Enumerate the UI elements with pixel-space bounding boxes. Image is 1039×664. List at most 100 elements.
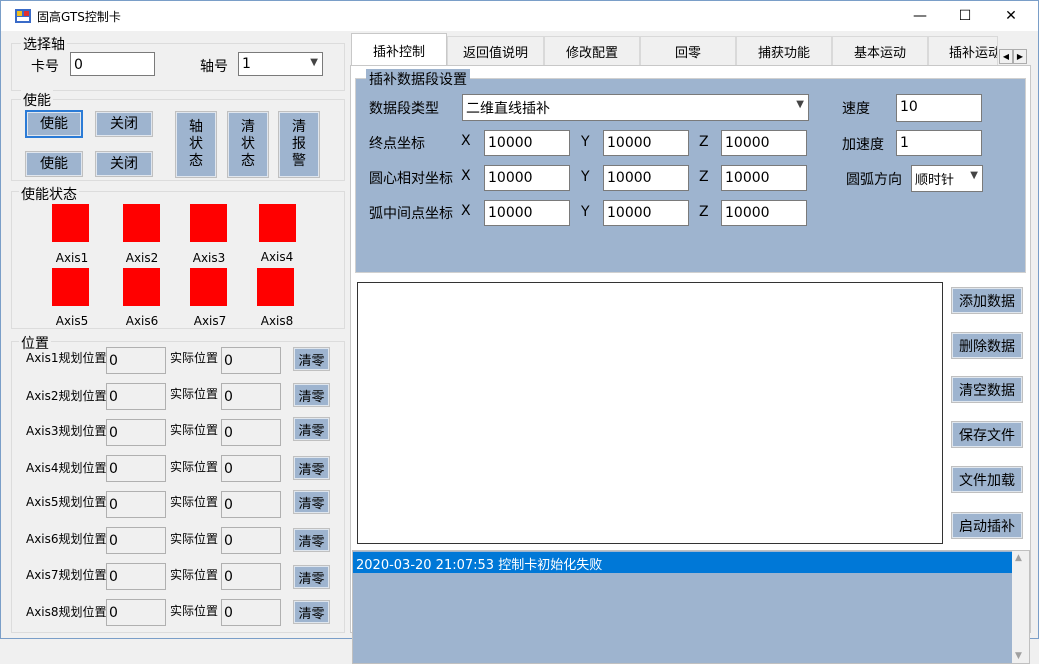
- tab-strip: 插补控制 返回值说明 修改配置 回零 捕获功能 基本运动 插补运动 ◀ ▶: [350, 33, 1031, 66]
- title-bar: 固高GTS控制卡 — ☐ ✕: [1, 1, 1038, 31]
- end-y-input[interactable]: 10000: [603, 130, 689, 156]
- tab-capture[interactable]: 捕获功能: [736, 36, 832, 66]
- maximize-button[interactable]: ☐: [942, 1, 988, 31]
- mid-z-label: Z: [699, 204, 709, 220]
- card-input[interactable]: 0: [70, 52, 155, 76]
- minimize-button[interactable]: —: [897, 1, 943, 31]
- tab-interpolation-control[interactable]: 插补控制: [351, 33, 447, 66]
- axis7-clear-button[interactable]: 清零: [293, 565, 330, 589]
- select-axis-title: 选择轴: [21, 34, 67, 54]
- clear-data-button[interactable]: 清空数据: [951, 376, 1023, 403]
- mid-x-input[interactable]: 10000: [484, 200, 570, 226]
- tab-scroll-arrows: ◀ ▶: [999, 49, 1027, 64]
- axis4-label: Axis4: [260, 250, 294, 264]
- seg-type-select[interactable]: 二维直线插补 ▼: [462, 94, 809, 121]
- tab-home[interactable]: 回零: [640, 36, 736, 66]
- tab-basic-motion[interactable]: 基本运动: [832, 36, 928, 66]
- axis2-status-indicator: [123, 204, 160, 242]
- axis8-planned-input[interactable]: 0: [106, 599, 166, 626]
- start-interp-button[interactable]: 启动插补: [951, 512, 1023, 539]
- delete-data-button[interactable]: 删除数据: [951, 332, 1023, 359]
- tab-interpolation-motion[interactable]: 插补运动: [928, 36, 998, 66]
- axis4-clear-button[interactable]: 清零: [293, 456, 330, 480]
- axis8-actual-input[interactable]: 0: [221, 599, 281, 626]
- chevron-left-icon[interactable]: ◀: [999, 49, 1013, 64]
- axis6-actual-input[interactable]: 0: [221, 527, 281, 554]
- mid-y-input[interactable]: 10000: [603, 200, 689, 226]
- arc-dir-select[interactable]: 顺时针 ▼: [911, 165, 983, 192]
- axis2-clear-button[interactable]: 清零: [293, 383, 330, 407]
- arc-dir-value: 顺时针: [915, 173, 955, 188]
- chevron-down-icon: ▼: [310, 57, 318, 68]
- center-z-label: Z: [699, 169, 709, 185]
- axis6-label: Axis6: [125, 314, 159, 328]
- axis8-clear-button[interactable]: 清零: [293, 600, 330, 624]
- axis4-actual-label: 实际位置: [170, 460, 219, 474]
- center-x-input[interactable]: 10000: [484, 165, 570, 191]
- card-label: 卡号: [31, 59, 59, 75]
- axis4-status-indicator: [259, 204, 296, 242]
- clear-alarm-button[interactable]: 清 报 警: [278, 111, 320, 178]
- end-z-input[interactable]: 10000: [721, 130, 807, 156]
- axis8-status-indicator: [257, 268, 294, 306]
- axis6-planned-input[interactable]: 0: [106, 527, 166, 554]
- interpolation-tab-page: 插补数据段设置 数据段类型 二维直线插补 ▼ 速度 10 终点坐标 X 10000…: [350, 65, 1031, 664]
- scroll-up-icon[interactable]: ▲: [1015, 553, 1022, 563]
- center-x-label: X: [461, 168, 471, 184]
- enable-button-2[interactable]: 使能: [25, 151, 83, 177]
- axis-select[interactable]: 1 ▼: [238, 52, 323, 76]
- log-list[interactable]: 2020-03-20 21:07:53 控制卡初始化失败 ▲ ▼: [352, 550, 1030, 664]
- axis6-status-indicator: [123, 268, 160, 306]
- mid-point-label: 弧中间点坐标: [369, 206, 453, 222]
- log-entry-selected[interactable]: 2020-03-20 21:07:53 控制卡初始化失败: [353, 552, 1013, 573]
- center-z-input[interactable]: 10000: [721, 165, 807, 191]
- axis7-actual-input[interactable]: 0: [221, 563, 281, 590]
- maximize-icon: ☐: [958, 8, 972, 24]
- axis1-actual-input[interactable]: 0: [221, 347, 281, 374]
- tab-modify-config[interactable]: 修改配置: [544, 36, 640, 66]
- add-data-button[interactable]: 添加数据: [951, 287, 1023, 314]
- center-y-input[interactable]: 10000: [603, 165, 689, 191]
- axis1-planned-input[interactable]: 0: [106, 347, 166, 374]
- axis3-actual-input[interactable]: 0: [221, 419, 281, 446]
- end-x-label: X: [461, 133, 471, 149]
- enable-title: 使能: [21, 90, 53, 110]
- axis1-clear-button[interactable]: 清零: [293, 347, 330, 371]
- chevron-right-icon[interactable]: ▶: [1013, 49, 1027, 64]
- acc-label: 加速度: [842, 137, 884, 153]
- data-list-area[interactable]: [357, 282, 943, 544]
- axis5-clear-button[interactable]: 清零: [293, 490, 330, 514]
- axis-status-button[interactable]: 轴 状 态: [175, 111, 217, 178]
- close-icon: ✕: [1005, 8, 1017, 24]
- axis3-planned-input[interactable]: 0: [106, 419, 166, 446]
- acc-input[interactable]: 1: [896, 130, 982, 156]
- axis2-planned-input[interactable]: 0: [106, 383, 166, 410]
- log-scrollbar[interactable]: ▲ ▼: [1012, 551, 1029, 663]
- axis5-planned-input[interactable]: 0: [106, 491, 166, 518]
- save-file-button[interactable]: 保存文件: [951, 421, 1023, 448]
- axis4-planned-input[interactable]: 0: [106, 455, 166, 482]
- load-file-button[interactable]: 文件加载: [951, 466, 1023, 493]
- scroll-down-icon[interactable]: ▼: [1015, 651, 1022, 661]
- axis7-planned-input[interactable]: 0: [106, 563, 166, 590]
- mid-z-input[interactable]: 10000: [721, 200, 807, 226]
- enable-status-title: 使能状态: [19, 184, 79, 204]
- tab-return-values[interactable]: 返回值说明: [447, 36, 544, 66]
- speed-input[interactable]: 10: [896, 94, 982, 122]
- axis4-planned-label: Axis4规划位置: [26, 461, 107, 475]
- enable-button-1[interactable]: 使能: [25, 110, 83, 138]
- clear-status-button[interactable]: 清 状 态: [227, 111, 269, 178]
- axis1-planned-label: Axis1规划位置: [26, 351, 107, 365]
- end-x-input[interactable]: 10000: [484, 130, 570, 156]
- axis6-clear-button[interactable]: 清零: [293, 528, 330, 552]
- close-button[interactable]: ✕: [988, 1, 1034, 31]
- interp-settings-group: 插补数据段设置 数据段类型 二维直线插补 ▼ 速度 10 终点坐标 X 10000…: [355, 69, 1026, 273]
- axis2-actual-input[interactable]: 0: [221, 383, 281, 410]
- mid-x-label: X: [461, 203, 471, 219]
- close-button-1[interactable]: 关闭: [95, 111, 153, 137]
- center-y-label: Y: [581, 169, 590, 185]
- axis4-actual-input[interactable]: 0: [221, 455, 281, 482]
- axis5-actual-input[interactable]: 0: [221, 491, 281, 518]
- axis3-clear-button[interactable]: 清零: [293, 417, 330, 441]
- close-button-2[interactable]: 关闭: [95, 151, 153, 177]
